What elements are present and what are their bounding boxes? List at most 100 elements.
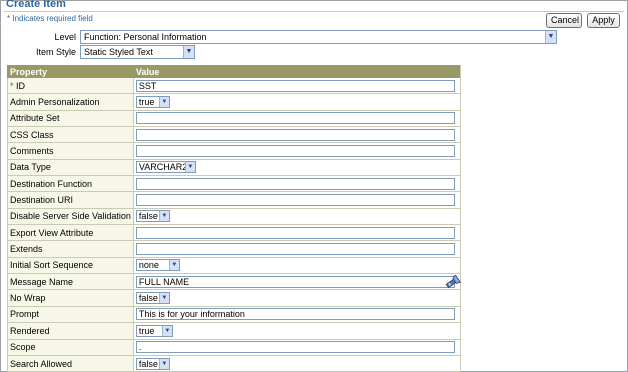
table-row: Admin Personalization true ▼ xyxy=(7,93,460,111)
property-value-select[interactable]: false ▼ xyxy=(135,357,170,370)
property-value-cell: true ▼ xyxy=(132,93,460,111)
property-label: Destination Function xyxy=(7,175,134,193)
property-value-cell: VARCHAR2 ▼ xyxy=(132,158,460,177)
property-label: CSS Class xyxy=(7,126,134,144)
property-value-cell: SST xyxy=(132,76,460,95)
property-label-text: Message Name xyxy=(10,276,74,287)
table-row: Destination Function xyxy=(7,175,460,193)
chevron-down-icon: ▼ xyxy=(184,162,195,173)
property-value-cell: This is for your information xyxy=(132,305,460,324)
table-row: Prompt This is for your information xyxy=(7,305,460,324)
table-row: Scope. xyxy=(7,338,460,356)
property-value-input[interactable] xyxy=(135,112,455,125)
property-label: Initial Sort Sequence xyxy=(7,256,134,275)
property-label-text: Destination Function xyxy=(10,178,93,189)
property-label-text: Attribute Set xyxy=(10,113,60,124)
property-value-input[interactable] xyxy=(135,243,455,256)
select-value: false xyxy=(138,211,158,222)
property-label: No Wrap xyxy=(7,289,134,307)
property-value-input[interactable]: SST xyxy=(135,79,455,92)
property-label-text: Comments xyxy=(10,146,54,157)
property-label-text: Disable Server Side Validation xyxy=(10,211,131,222)
property-value-select[interactable]: true ▼ xyxy=(135,324,173,337)
property-label: Rendered xyxy=(7,322,134,340)
property-label-text: Search Allowed xyxy=(10,358,73,369)
property-label-text: No Wrap xyxy=(10,293,46,304)
required-field-note: * Indicates required field xyxy=(7,14,93,23)
property-value-cell xyxy=(132,240,460,258)
property-value-input[interactable]: FULL NAME xyxy=(135,275,455,288)
select-value: none xyxy=(138,260,159,271)
cancel-button[interactable]: Cancel xyxy=(546,13,582,28)
property-value-cell xyxy=(132,224,460,242)
property-value-cell: none ▼ xyxy=(132,256,460,275)
property-value-cell xyxy=(132,175,460,193)
chevron-down-icon: ▼ xyxy=(158,97,169,108)
property-value-input[interactable] xyxy=(135,145,455,158)
select-value: true xyxy=(138,325,155,336)
select-value: VARCHAR2 xyxy=(138,162,188,173)
property-value-input[interactable]: This is for your information xyxy=(135,308,455,321)
chevron-down-icon: ▼ xyxy=(545,31,556,43)
property-label: Prompt xyxy=(7,305,134,324)
property-label: Admin Personalization xyxy=(7,93,134,111)
property-label-text: Rendered xyxy=(10,325,50,336)
property-label: Export View Attribute xyxy=(7,224,134,242)
property-label-text: Scope xyxy=(10,342,36,353)
select-value: false xyxy=(138,358,158,369)
table-row: Attribute Set xyxy=(7,109,460,128)
property-value-input[interactable] xyxy=(135,194,455,207)
chevron-down-icon: ▼ xyxy=(158,293,169,304)
property-label-text: Extends xyxy=(10,244,43,255)
level-label: Level xyxy=(54,32,76,42)
table-row: CSS Class xyxy=(7,126,460,144)
property-label-text: Prompt xyxy=(10,309,40,320)
property-value-input[interactable] xyxy=(135,177,455,190)
property-label: Search Allowed xyxy=(7,354,134,372)
table-row: Rendered true ▼ xyxy=(7,322,460,340)
chevron-down-icon: ▼ xyxy=(158,211,169,222)
property-value-select[interactable]: false ▼ xyxy=(135,292,170,305)
property-value-input[interactable]: . xyxy=(135,341,455,354)
item-style-select[interactable]: Static Styled Text ▼ xyxy=(80,45,195,59)
table-row: No Wrap false ▼ xyxy=(7,289,460,307)
flashlight-icon[interactable] xyxy=(445,275,461,289)
property-value-select[interactable]: VARCHAR2 ▼ xyxy=(135,161,196,174)
table-header-row: Property Value xyxy=(7,65,460,78)
property-label: Message Name xyxy=(7,273,134,291)
apply-button[interactable]: Apply xyxy=(587,13,620,28)
table-row: Data Type VARCHAR2 ▼ xyxy=(7,158,460,177)
property-value-input[interactable] xyxy=(135,128,455,141)
chevron-down-icon: ▼ xyxy=(168,260,179,271)
table-row: Disable Server Side Validation false ▼ xyxy=(7,207,460,226)
chevron-down-icon: ▼ xyxy=(183,46,194,58)
required-marker: * xyxy=(7,14,11,23)
property-value-select[interactable]: true ▼ xyxy=(135,96,170,109)
property-label-text: Export View Attribute xyxy=(10,227,94,238)
page-title: Create Item xyxy=(6,0,66,10)
property-value-cell xyxy=(132,142,460,160)
property-column-header: Property xyxy=(7,65,134,78)
property-label-text: ID xyxy=(16,80,26,91)
property-value-cell: false ▼ xyxy=(132,207,460,226)
table-row: Comments xyxy=(7,142,460,160)
property-label: * ID xyxy=(7,76,134,95)
table-row: Message Name FULL NAME xyxy=(7,273,460,291)
property-label-text: Initial Sort Sequence xyxy=(10,260,94,271)
property-value-select[interactable]: none ▼ xyxy=(135,259,180,272)
property-value-input[interactable] xyxy=(135,226,455,239)
table-row: Initial Sort Sequence none ▼ xyxy=(7,256,460,275)
property-label: Data Type xyxy=(7,158,134,177)
property-label: Comments xyxy=(7,142,134,160)
required-marker: * xyxy=(10,80,14,91)
property-label-text: Destination URI xyxy=(10,195,74,206)
level-row: Level xyxy=(0,30,76,44)
select-value: false xyxy=(138,293,158,304)
level-select[interactable]: Function: Personal Information ▼ xyxy=(80,30,557,44)
level-value: Function: Personal Information xyxy=(84,32,207,42)
property-label: Extends xyxy=(7,240,134,258)
item-style-value: Static Styled Text xyxy=(84,47,153,57)
property-value-select[interactable]: false ▼ xyxy=(135,210,170,223)
property-label: Attribute Set xyxy=(7,109,134,128)
table-row: Extends xyxy=(7,240,460,258)
